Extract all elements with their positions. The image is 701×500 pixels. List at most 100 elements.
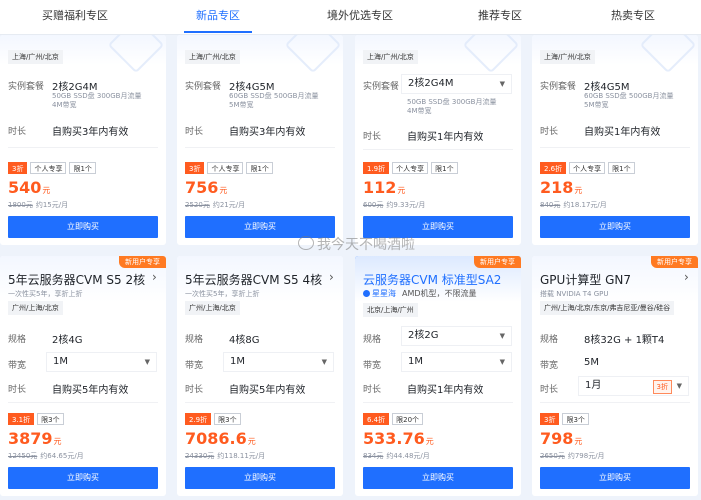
original-price-value: 24330元: [185, 452, 215, 460]
card-title[interactable]: 5年云服务器CVM S5 4核: [185, 271, 322, 288]
spec-label: 规格: [363, 335, 382, 345]
bandwidth-select[interactable]: 1M ▼: [223, 352, 334, 372]
price-number: 798: [540, 429, 574, 448]
badge-row: 3折 个人专享 限1个: [185, 162, 276, 174]
region-tag: 广州/上海/北京: [185, 301, 240, 315]
spec-select[interactable]: 2核2G ▼: [401, 326, 512, 346]
original-price: 24330元 约118.11元/月: [185, 451, 265, 461]
discount-badge: 6.4折: [363, 413, 390, 425]
price-number: 7086.6: [185, 429, 247, 448]
spec-label: 实例套餐: [185, 82, 222, 92]
tab-label: 推荐专区: [478, 9, 522, 22]
watermark-text: 我今天不喝酒啦: [317, 237, 415, 253]
price: 798元: [540, 429, 582, 448]
duration-label: 时长: [363, 385, 382, 395]
tab-recommended[interactable]: 推荐专区: [450, 0, 550, 34]
buy-now-button[interactable]: 立即购买: [185, 467, 335, 489]
chevron-down-icon: ▼: [676, 382, 682, 390]
duration-label: 时长: [540, 127, 559, 137]
duration-label: 时长: [363, 132, 382, 142]
buy-now-button[interactable]: 立即购买: [540, 216, 690, 238]
brand-note: AMD机型，不限流量: [402, 289, 477, 298]
card-subtitle: 一次性买5年，享折上折: [8, 290, 83, 298]
per-month-price: 约21元/月: [212, 201, 246, 209]
product-card: 上海/广州/北京 实例套餐 2核4G5M 60GB SSD盘 500GB月流量 …: [177, 35, 343, 245]
limit-badge: 限3个: [37, 413, 64, 425]
limit-badge: 限1个: [69, 162, 96, 174]
tab-new-products[interactable]: 新品专区: [168, 0, 268, 34]
price: 3879元: [8, 429, 62, 448]
tab-gift-zone[interactable]: 买赠福利专区: [25, 0, 125, 34]
card-title[interactable]: 5年云服务器CVM S5 2核: [8, 271, 145, 288]
per-month-price: 约64.65元/月: [40, 452, 84, 460]
chevron-right-icon[interactable]: ›: [329, 270, 334, 284]
bandwidth-select[interactable]: 1M ▼: [401, 352, 512, 372]
original-price-value: 12450元: [8, 452, 38, 460]
product-card: 新用户专享 云服务器CVM 标准型SA2 星星海 AMD机型，不限流量 北京/上海…: [355, 256, 521, 496]
chevron-down-icon: ▼: [144, 358, 150, 366]
card-title[interactable]: 云服务器CVM 标准型SA2: [363, 271, 501, 288]
duration-label: 时长: [185, 385, 204, 395]
limit-badge: 限20个: [392, 413, 424, 425]
buy-now-button[interactable]: 立即购买: [363, 467, 513, 489]
chevron-down-icon: ▼: [499, 358, 505, 366]
spec-note: 5M带宽: [584, 101, 609, 109]
spec-label: 规格: [8, 335, 27, 345]
divider: [8, 147, 158, 148]
spec-select-value: 2核2G: [408, 330, 439, 341]
limit-badge: 限3个: [562, 413, 589, 425]
original-price: 840元 约18.17元/月: [540, 200, 607, 210]
price-number: 112: [363, 178, 397, 197]
badge-row: 3.1折 限3个: [8, 413, 67, 425]
region-tag: 北京/上海/广州: [363, 303, 418, 317]
product-card: 上海/广州/北京 实例套餐 2核4G5M 60GB SSD盘 500GB月流量 …: [532, 35, 698, 245]
price: 112元: [363, 178, 405, 197]
discount-badge: 3折: [540, 413, 560, 425]
limit-badge: 限1个: [246, 162, 273, 174]
personal-badge: 个人专享: [30, 162, 67, 174]
chevron-right-icon[interactable]: ›: [152, 270, 157, 284]
original-price-value: 840元: [540, 201, 561, 209]
region-tag: 上海/广州/北京: [185, 50, 240, 64]
buy-now-button[interactable]: 立即购买: [8, 467, 158, 489]
badge-row: 2.9折 限3个: [185, 413, 244, 425]
spec-label: 规格: [185, 335, 204, 345]
spec-note: 60GB SSD盘 500GB月流量: [229, 92, 319, 100]
region-tag: 广州/上海/北京: [8, 301, 63, 315]
spec-select[interactable]: 2核2G4M ▼: [401, 74, 512, 94]
duration-value: 自购买1年内有效: [407, 385, 484, 396]
tab-label: 热卖专区: [611, 9, 655, 22]
badge-row: 1.9折 个人专享 限1个: [363, 162, 461, 174]
bandwidth-select-value: 1M: [230, 356, 245, 367]
spec-value: 2核4G5M: [229, 82, 275, 93]
bandwidth-label: 带宽: [8, 361, 27, 371]
brand-line: 星星海 AMD机型，不限流量: [363, 288, 477, 299]
limit-badge: 限1个: [608, 162, 635, 174]
price-unit: 元: [219, 186, 228, 195]
divider: [8, 402, 158, 403]
price-number: 540: [8, 178, 42, 197]
buy-now-button[interactable]: 立即购买: [8, 216, 158, 238]
tab-overseas-zone[interactable]: 境外优选专区: [310, 0, 410, 34]
card-subtitle: 一次性买5年，享折上折: [185, 290, 260, 298]
duration-value: 自购买5年内有效: [52, 385, 129, 396]
bandwidth-select[interactable]: 1M ▼: [46, 352, 157, 372]
chevron-right-icon[interactable]: ›: [684, 270, 689, 284]
buy-now-button[interactable]: 立即购买: [540, 467, 690, 489]
duration-select[interactable]: 1月 3折 ▼: [578, 376, 689, 396]
original-price-value: 1800元: [8, 201, 33, 209]
price-unit: 元: [397, 186, 406, 195]
per-month-price: 约18.17元/月: [563, 201, 607, 209]
duration-value: 自购买1年内有效: [407, 132, 484, 143]
new-user-ribbon: 新用户专享: [474, 256, 521, 268]
spec-label: 实例套餐: [363, 82, 400, 92]
duration-value: 自购买5年内有效: [229, 385, 306, 396]
new-user-ribbon: 新用户专享: [651, 256, 698, 268]
discount-badge: 2.9折: [185, 413, 212, 425]
card-title[interactable]: GPU计算型 GN7: [540, 271, 631, 288]
original-price: 1800元 约15元/月: [8, 200, 68, 210]
duration-label: 时长: [185, 127, 204, 137]
duration-label: 时长: [8, 127, 27, 137]
tab-hot-sale[interactable]: 热卖专区: [583, 0, 683, 34]
region-tag: 上海/广州/北京: [8, 50, 63, 64]
